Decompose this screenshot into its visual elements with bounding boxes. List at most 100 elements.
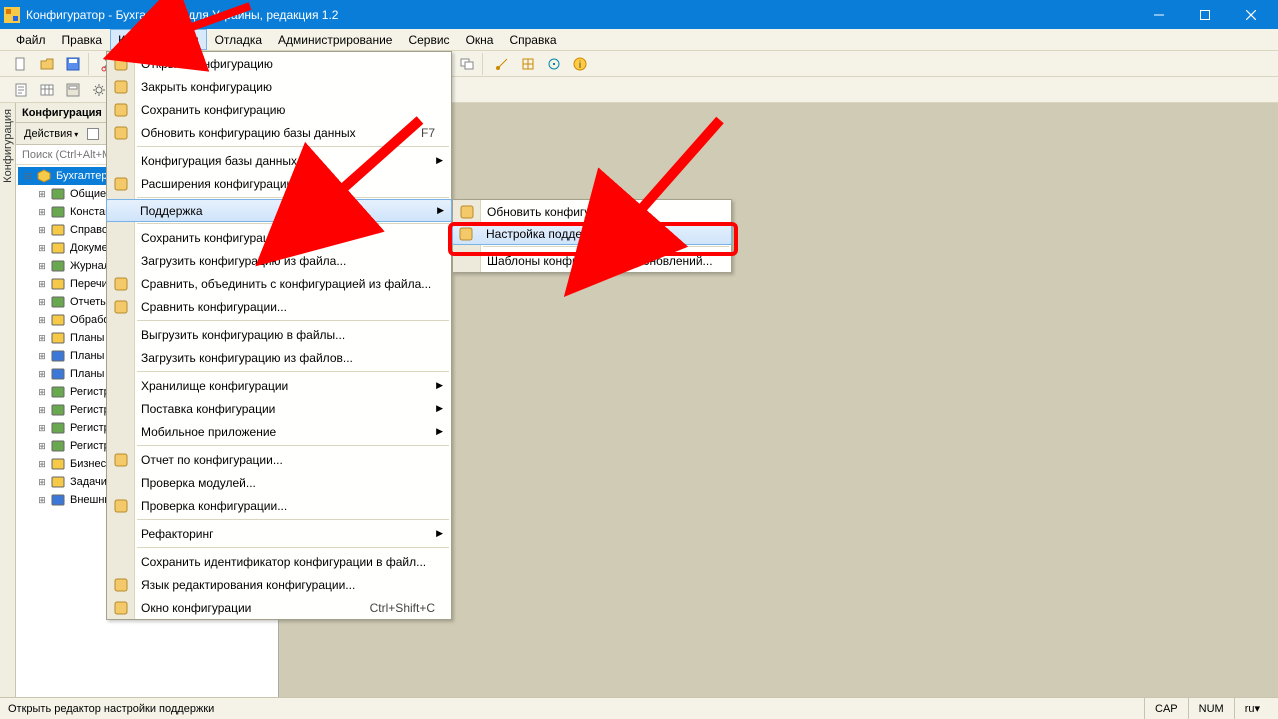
update-db-icon xyxy=(113,125,129,141)
menu-item[interactable]: Проверка конфигурации... xyxy=(107,494,451,517)
submenu-arrow-icon: ▶ xyxy=(437,205,444,216)
configuration-menu: Открыть конфигурацию Закрыть конфигурацию… xyxy=(106,51,452,620)
check-icon xyxy=(113,498,129,514)
submenu-arrow-icon: ▶ xyxy=(436,403,443,414)
menu-configuration[interactable]: Конфигурация xyxy=(110,29,207,50)
menu-windows[interactable]: Окна xyxy=(458,29,502,50)
menu-item-label: Мобильное приложение xyxy=(141,425,276,439)
menu-admin[interactable]: Администрирование xyxy=(270,29,400,50)
tree-item-icon xyxy=(50,456,66,472)
menu-item[interactable]: Поддержка▶ xyxy=(106,199,452,222)
menu-item-label: Язык редактирования конфигурации... xyxy=(141,578,355,592)
menu-item[interactable]: Выгрузить конфигурацию в файлы... xyxy=(107,323,451,346)
menu-item[interactable]: Проверка модулей... xyxy=(107,471,451,494)
title-bar: Конфигуратор - Бухгалтерия для Украины, … xyxy=(0,0,1278,29)
tb2-table-icon[interactable] xyxy=(36,79,58,101)
menu-item[interactable]: Язык редактирования конфигурации... xyxy=(107,573,451,596)
vertical-tab[interactable]: Конфигурация xyxy=(0,103,16,697)
menu-item[interactable]: Сравнить конфигурации... xyxy=(107,295,451,318)
menu-item-label: Загрузить конфигурацию из файлов... xyxy=(141,351,353,365)
tree-item-icon xyxy=(50,186,66,202)
menu-item[interactable]: Окно конфигурации Ctrl+Shift+C xyxy=(107,596,451,619)
blank-icon xyxy=(113,378,129,394)
menu-item-label: Выгрузить конфигурацию в файлы... xyxy=(141,328,345,342)
blank-icon xyxy=(459,253,475,269)
minimize-button[interactable] xyxy=(1136,0,1182,29)
menu-item[interactable]: Сравнить, объединить с конфигурацией из … xyxy=(107,272,451,295)
menu-debug[interactable]: Отладка xyxy=(207,29,270,50)
menu-item[interactable]: Настройка поддержки... xyxy=(452,222,732,245)
menu-item[interactable]: Закрыть конфигурацию xyxy=(107,75,451,98)
menu-item-label: Настройка поддержки... xyxy=(486,227,619,241)
tree-item-icon xyxy=(50,204,66,220)
support-submenu: Обновить конфигурацию... Настройка поддер… xyxy=(452,199,732,273)
menu-item[interactable]: Отчет по конфигурации... xyxy=(107,448,451,471)
menu-service[interactable]: Сервис xyxy=(400,29,457,50)
tree-item-icon xyxy=(50,330,66,346)
menu-item[interactable]: Конфигурация базы данных▶ xyxy=(107,149,451,172)
menu-item-label: Проверка модулей... xyxy=(141,476,256,490)
submenu-arrow-icon: ▶ xyxy=(436,528,443,539)
tb-save-icon[interactable] xyxy=(62,53,84,75)
menu-item-label: Шаблоны конфигураций и обновлений... xyxy=(487,254,713,268)
refresh-icon xyxy=(459,204,475,220)
panel-tool1-icon[interactable] xyxy=(84,125,102,143)
window-icon xyxy=(113,600,129,616)
close-button[interactable] xyxy=(1228,0,1274,29)
tb-open-icon[interactable] xyxy=(36,53,58,75)
tb-tool3-icon[interactable] xyxy=(543,53,565,75)
app-icon xyxy=(4,7,20,23)
compare-icon xyxy=(113,299,129,315)
menu-edit[interactable]: Правка xyxy=(54,29,111,50)
menu-item-label: Хранилище конфигурации xyxy=(141,379,288,393)
tree-item-icon xyxy=(50,276,66,292)
actions-dropdown[interactable]: Действия xyxy=(20,128,82,140)
menu-item-label: Рефакторинг xyxy=(141,527,214,541)
menu-item[interactable]: Загрузить конфигурацию из файлов... xyxy=(107,346,451,369)
menu-item[interactable]: Хранилище конфигурации ▶ xyxy=(107,374,451,397)
tb-windows-icon[interactable] xyxy=(456,53,478,75)
status-lang[interactable]: ru ▾ xyxy=(1234,698,1270,719)
blank-icon xyxy=(113,554,129,570)
compare-merge-icon xyxy=(113,276,129,292)
menu-item[interactable]: Обновить конфигурацию базы данныхF7 xyxy=(107,121,451,144)
tb2-form-icon[interactable] xyxy=(62,79,84,101)
tree-item-icon xyxy=(50,366,66,382)
menu-item-label: Окно конфигурации xyxy=(141,601,251,615)
menu-item-hotkey: F7 xyxy=(421,126,435,140)
menu-item-label: Закрыть конфигурацию xyxy=(141,80,272,94)
tree-item-icon xyxy=(50,294,66,310)
menu-item[interactable]: Поставка конфигурации ▶ xyxy=(107,397,451,420)
blank-icon xyxy=(113,401,129,417)
tb2-doc-icon[interactable] xyxy=(10,79,32,101)
menu-item[interactable]: Открыть конфигурацию xyxy=(107,52,451,75)
menu-item-hotkey: Ctrl+Shift+C xyxy=(370,601,435,615)
tree-item-icon xyxy=(50,348,66,364)
submenu-arrow-icon: ▶ xyxy=(436,380,443,391)
blank-icon xyxy=(113,475,129,491)
menu-item[interactable]: Шаблоны конфигураций и обновлений... xyxy=(453,249,731,272)
tb-tool1-icon[interactable] xyxy=(491,53,513,75)
menu-item[interactable]: Обновить конфигурацию... xyxy=(453,200,731,223)
tb-new-icon[interactable] xyxy=(10,53,32,75)
extensions-icon xyxy=(113,176,129,192)
menu-item[interactable]: Сохранить конфигурацию в файл... xyxy=(107,226,451,249)
menu-item[interactable]: Загрузить конфигурацию из файла... xyxy=(107,249,451,272)
tb-help-icon[interactable]: i xyxy=(569,53,591,75)
menu-item[interactable]: Рефакторинг ▶ xyxy=(107,522,451,545)
menu-item[interactable]: Мобильное приложение▶ xyxy=(107,420,451,443)
menu-item[interactable]: Сохранить конфигурацию xyxy=(107,98,451,121)
maximize-button[interactable] xyxy=(1182,0,1228,29)
menu-item-label: Сохранить идентификатор конфигурации в ф… xyxy=(141,555,426,569)
report-icon xyxy=(113,452,129,468)
tree-item-icon xyxy=(50,312,66,328)
menu-item-label: Поставка конфигурации xyxy=(141,402,275,416)
open-config-icon xyxy=(113,56,129,72)
menu-item-label: Отчет по конфигурации... xyxy=(141,453,283,467)
menu-item[interactable]: Расширения конфигурации xyxy=(107,172,451,195)
menu-file[interactable]: Файл xyxy=(8,29,54,50)
blank-icon xyxy=(113,153,129,169)
tb-tool2-icon[interactable] xyxy=(517,53,539,75)
menu-help[interactable]: Справка xyxy=(501,29,564,50)
menu-item[interactable]: Сохранить идентификатор конфигурации в ф… xyxy=(107,550,451,573)
